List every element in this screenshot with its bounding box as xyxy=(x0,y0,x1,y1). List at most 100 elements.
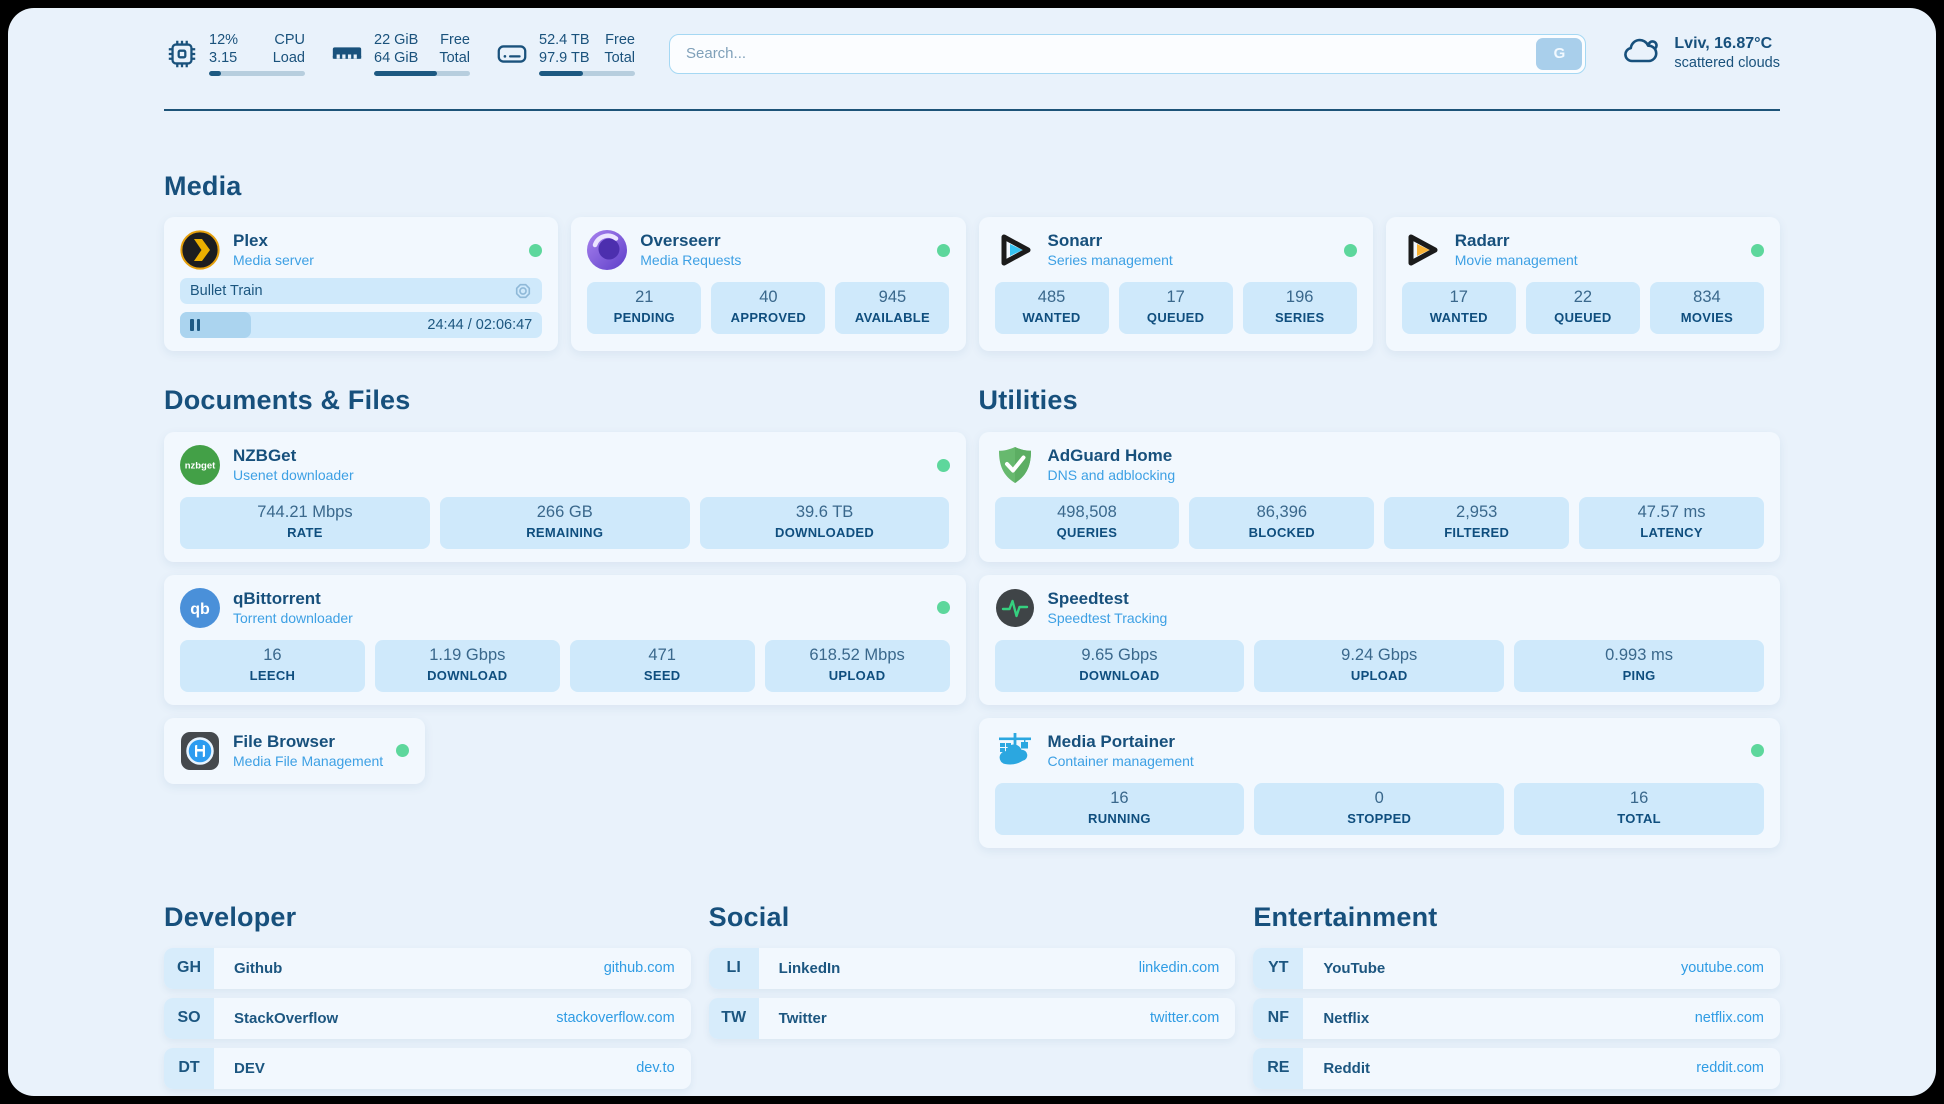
bookmark-github[interactable]: GH Github github.com xyxy=(164,948,691,989)
stat-downloaded: 39.6 TB DOWNLOADED xyxy=(700,497,950,549)
service-desc: Media File Management xyxy=(233,753,383,771)
service-title: AdGuard Home xyxy=(1048,445,1176,466)
playback-progress-row[interactable]: 24:44 / 02:06:47 xyxy=(180,312,542,338)
bookmark-abbr: NF xyxy=(1253,998,1303,1039)
service-card-nzbget[interactable]: nzbget NZBGet Usenet downloader 744.21 M… xyxy=(164,432,966,562)
now-playing-title: Bullet Train xyxy=(190,283,263,299)
utilities-column: Utilities AdGuard Home DNS and adblockin… xyxy=(979,385,1781,848)
weather-widget[interactable]: Lviv, 16.87°C scattered clouds xyxy=(1620,30,1780,77)
bookmark-linkedin[interactable]: LI LinkedIn linkedin.com xyxy=(709,948,1236,989)
service-title: Sonarr xyxy=(1048,230,1173,251)
stat-download: 1.19 Gbps DOWNLOAD xyxy=(375,640,560,692)
bookmark-netflix[interactable]: NF Netflix netflix.com xyxy=(1253,998,1780,1039)
status-dot xyxy=(1751,244,1764,257)
pause-icon xyxy=(190,319,200,331)
stat-available: 945 AVAILABLE xyxy=(835,282,949,334)
stat-series: 196 SERIES xyxy=(1243,282,1357,334)
bookmark-abbr: DT xyxy=(164,1048,214,1089)
qbittorrent-icon: qb xyxy=(180,588,220,628)
status-dot xyxy=(1344,244,1357,257)
service-desc: Movie management xyxy=(1455,252,1578,270)
service-card-portainer[interactable]: Media Portainer Container management 16 … xyxy=(979,718,1781,848)
service-card-plex[interactable]: Plex Media server Bullet Train 24:44 / 0… xyxy=(164,217,558,351)
disk-total-label: Total xyxy=(604,49,635,67)
stat-movies: 834 MOVIES xyxy=(1650,282,1764,334)
cpu-usage-label: CPU xyxy=(274,31,305,49)
stat-queued: 22 QUEUED xyxy=(1526,282,1640,334)
service-card-sonarr[interactable]: Sonarr Series management 485 WANTED 17 Q… xyxy=(979,217,1373,351)
service-card-qbittorrent[interactable]: qb qBittorrent Torrent downloader 16 LEE… xyxy=(164,575,966,705)
service-card-speedtest[interactable]: Speedtest Speedtest Tracking 9.65 Gbps D… xyxy=(979,575,1781,705)
now-playing-row[interactable]: Bullet Train xyxy=(180,278,542,304)
stat-upload: 618.52 Mbps UPLOAD xyxy=(765,640,950,692)
bookmark-url: stackoverflow.com xyxy=(556,1010,674,1026)
stat-wanted: 17 WANTED xyxy=(1402,282,1516,334)
bookmark-group-developer: Developer GH Github github.com SO StackO… xyxy=(164,902,691,1089)
transcode-icon xyxy=(514,282,532,300)
section-title-entertainment: Entertainment xyxy=(1253,902,1780,933)
stat-approved: 40 APPROVED xyxy=(711,282,825,334)
weather-condition: scattered clouds xyxy=(1674,54,1780,73)
bookmark-name: Twitter xyxy=(779,1010,827,1027)
disk-free-value: 52.4 TB xyxy=(539,31,590,49)
bookmark-group-entertainment: Entertainment YT YouTube youtube.com NF … xyxy=(1253,902,1780,1089)
disk-progress-bar xyxy=(539,71,635,76)
service-card-radarr[interactable]: Radarr Movie management 17 WANTED 22 QUE… xyxy=(1386,217,1780,351)
status-dot xyxy=(937,244,950,257)
hardware-stats: 12% CPU 3.15 Load xyxy=(164,31,635,76)
service-desc: Media Requests xyxy=(640,252,741,270)
bookmark-name: StackOverflow xyxy=(234,1010,338,1027)
service-card-adguard[interactable]: AdGuard Home DNS and adblocking 498,508 … xyxy=(979,432,1781,562)
ram-icon xyxy=(329,36,365,72)
bookmark-youtube[interactable]: YT YouTube youtube.com xyxy=(1253,948,1780,989)
service-title: File Browser xyxy=(233,731,383,752)
bookmark-url: reddit.com xyxy=(1696,1060,1764,1076)
bookmark-abbr: LI xyxy=(709,948,759,989)
service-title: NZBGet xyxy=(233,445,354,466)
stat-leech: 16 LEECH xyxy=(180,640,365,692)
bookmark-dev[interactable]: DT DEV dev.to xyxy=(164,1048,691,1089)
stat-total: 16 TOTAL xyxy=(1514,783,1764,835)
cpu-widget: 12% CPU 3.15 Load xyxy=(164,31,305,76)
section-title-social: Social xyxy=(709,902,1236,933)
disk-total-value: 97.9 TB xyxy=(539,49,590,67)
service-desc: Media server xyxy=(233,252,314,270)
stat-blocked: 86,396 BLOCKED xyxy=(1189,497,1374,549)
ram-total-value: 64 GiB xyxy=(374,49,418,67)
service-desc: Series management xyxy=(1048,252,1173,270)
svg-text:qb: qb xyxy=(190,601,210,618)
service-title: Media Portainer xyxy=(1048,731,1194,752)
service-card-filebrowser[interactable]: File Browser Media File Management xyxy=(164,718,425,784)
memory-widget: 22 GiB Free 64 GiB Total xyxy=(329,31,470,76)
status-dot xyxy=(396,744,409,757)
bookmark-reddit[interactable]: RE Reddit reddit.com xyxy=(1253,1048,1780,1089)
cpu-load-value: 3.15 xyxy=(209,49,237,67)
bookmark-name: Netflix xyxy=(1323,1010,1369,1027)
ram-free-value: 22 GiB xyxy=(374,31,418,49)
cpu-icon xyxy=(164,36,200,72)
speedtest-icon xyxy=(995,588,1035,628)
section-title-documents: Documents & Files xyxy=(164,385,966,416)
dashboard-page: 12% CPU 3.15 Load xyxy=(8,8,1936,1096)
bookmark-abbr: YT xyxy=(1253,948,1303,989)
bookmark-twitter[interactable]: TW Twitter twitter.com xyxy=(709,998,1236,1039)
search-provider-button[interactable]: G xyxy=(1536,38,1582,70)
bookmark-url: netflix.com xyxy=(1695,1010,1764,1026)
adguard-icon xyxy=(995,445,1035,485)
search-input[interactable] xyxy=(669,34,1586,74)
service-desc: Speedtest Tracking xyxy=(1048,610,1168,628)
bookmark-stackoverflow[interactable]: SO StackOverflow stackoverflow.com xyxy=(164,998,691,1039)
bookmark-abbr: RE xyxy=(1253,1048,1303,1089)
weather-location-temp: Lviv, 16.87°C xyxy=(1674,34,1780,55)
service-card-overseerr[interactable]: Overseerr Media Requests 21 PENDING 40 A… xyxy=(571,217,965,351)
stat-download: 9.65 Gbps DOWNLOAD xyxy=(995,640,1245,692)
bookmark-name: Github xyxy=(234,960,282,977)
status-dot xyxy=(529,244,542,257)
filebrowser-icon xyxy=(180,731,220,771)
cpu-load-label: Load xyxy=(273,49,305,67)
bookmark-url: youtube.com xyxy=(1681,960,1764,976)
bookmark-abbr: TW xyxy=(709,998,759,1039)
service-desc: Usenet downloader xyxy=(233,467,354,485)
status-dot xyxy=(937,601,950,614)
service-desc: Torrent downloader xyxy=(233,610,353,628)
